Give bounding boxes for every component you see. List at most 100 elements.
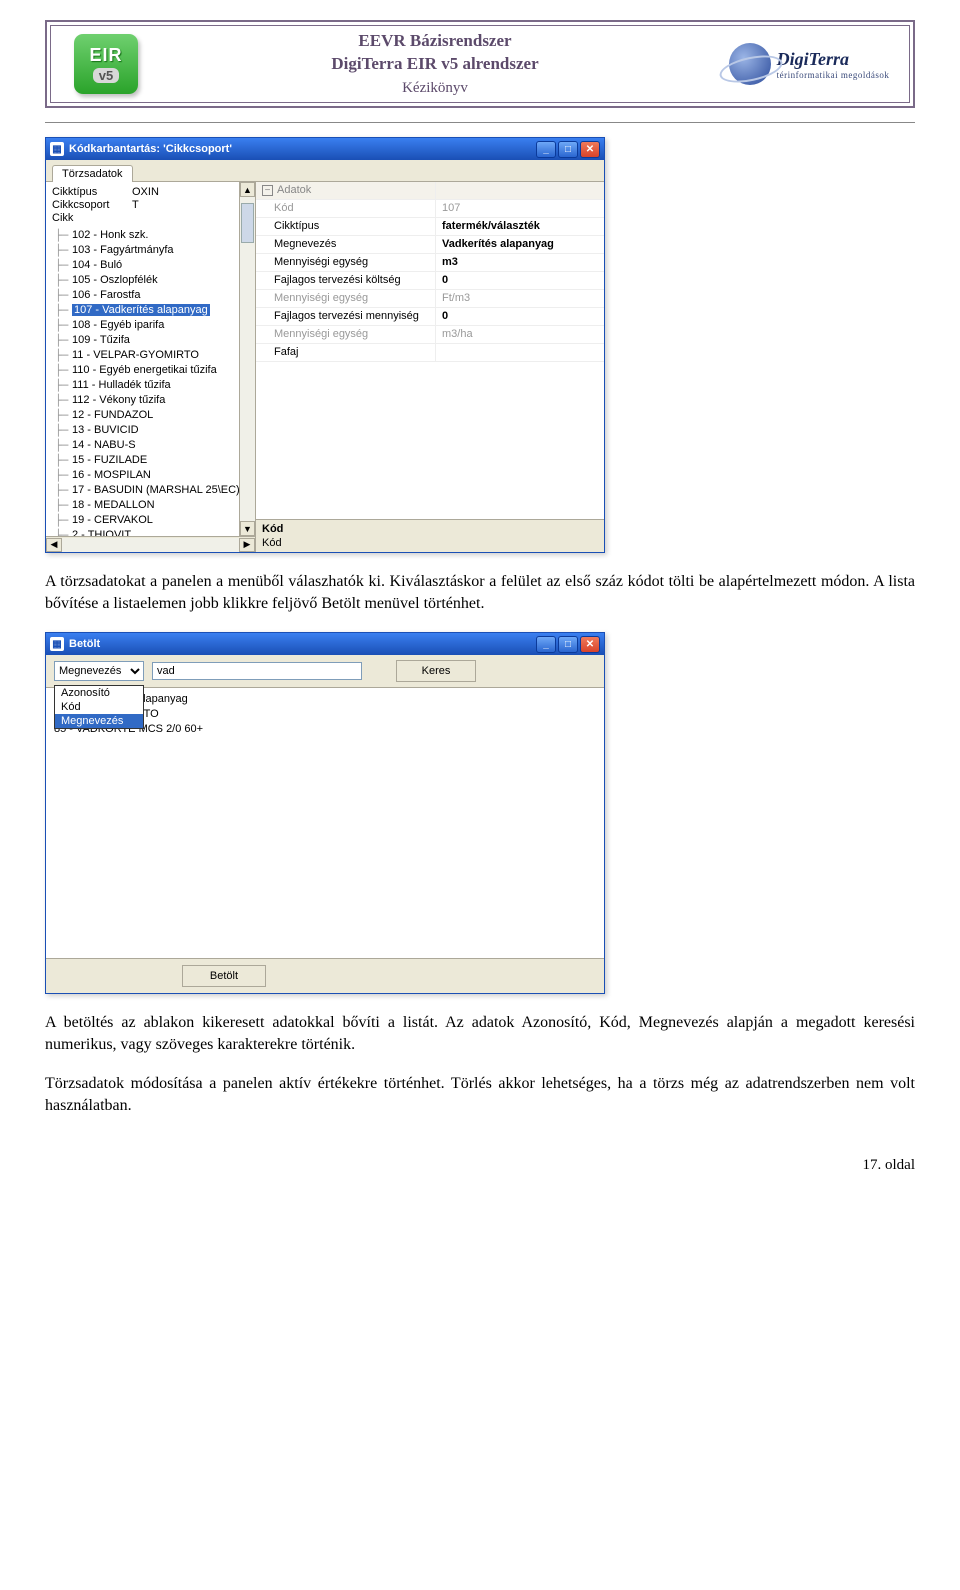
minimize-button[interactable]: _ — [536, 636, 556, 653]
window-kodkarbantartas: ▦ Kódkarbantartás: 'Cikkcsoport' _ □ ✕ T… — [45, 137, 605, 553]
tree-item[interactable]: 104 - Buló — [52, 258, 255, 273]
tree-item[interactable]: 13 - BUVICID — [52, 423, 255, 438]
prop-value[interactable]: m3/ha — [436, 326, 604, 343]
paragraph-2: A betöltés az ablakon kikeresett adatokk… — [45, 1012, 915, 1055]
header-title-2: DigiTerra EIR v5 alrendszer — [331, 53, 538, 76]
scroll-down-button[interactable]: ▼ — [240, 521, 255, 536]
scroll-up-button[interactable]: ▲ — [240, 182, 255, 197]
tree-list[interactable]: 102 - Honk szk.103 - Fagyártmányfa104 - … — [46, 228, 255, 536]
header-title-1: EEVR Bázisrendszer — [358, 30, 511, 53]
prop-label: Cikktípus — [256, 218, 436, 235]
search-field-select[interactable]: AzonosítóKódMegnevezés — [54, 661, 144, 681]
vertical-scrollbar[interactable]: ▲ ▼ — [239, 182, 255, 536]
tree-item[interactable]: 12 - FUNDAZOL — [52, 408, 255, 423]
header-manual: Kézikönyv — [402, 78, 468, 98]
tabstrip: Törzsadatok — [46, 160, 604, 182]
scroll-right-button[interactable]: ▶ — [239, 538, 255, 552]
search-select-popup[interactable]: AzonosítóKódMegnevezés — [54, 685, 144, 729]
prop-value[interactable] — [436, 344, 604, 361]
page-header: EIR v5 EEVR Bázisrendszer DigiTerra EIR … — [45, 20, 915, 108]
window-title: Kódkarbantartás: 'Cikkcsoport' — [69, 143, 232, 155]
tree-item[interactable]: 110 - Egyéb energetikai tűzifa — [52, 363, 255, 378]
tree-item[interactable]: 112 - Vékony tűzifa — [52, 393, 255, 408]
maximize-button[interactable]: □ — [558, 141, 578, 158]
tree-item[interactable]: 17 - BASUDIN (MARSHAL 25\EC) — [52, 483, 255, 498]
tree-item[interactable]: 107 - Vadkerítés alapanyag — [52, 303, 255, 318]
search-input[interactable] — [152, 662, 362, 680]
tree-item[interactable]: 102 - Honk szk. — [52, 228, 255, 243]
page-number: 17. oldal — [45, 1157, 915, 1174]
tree-item[interactable]: 103 - Fagyártmányfa — [52, 243, 255, 258]
tree-item[interactable]: 105 - Oszlopfélék — [52, 273, 255, 288]
tree-pane: Cikktípus OXIN Cikkcsoport T Cikk 102 - Honk… — [46, 182, 256, 552]
search-button[interactable]: Keres — [396, 660, 476, 682]
prop-label: Mennyiségi egység — [256, 290, 436, 307]
filter-label: Cikk — [52, 212, 124, 224]
searchbar: AzonosítóKódMegnevezés Keres — [46, 655, 604, 688]
tab-torzsadatok[interactable]: Törzsadatok — [52, 165, 133, 182]
tree-item[interactable]: 11 - VELPAR-GYOMIRTO — [52, 348, 255, 363]
tree-item[interactable]: 109 - Tűzifa — [52, 333, 255, 348]
app-icon: ▦ — [50, 637, 64, 651]
window-title: Betölt — [69, 638, 100, 650]
tree-item[interactable]: 18 - MEDALLON — [52, 498, 255, 513]
tree-item[interactable]: 108 - Egyéb iparifa — [52, 318, 255, 333]
maximize-button[interactable]: □ — [558, 636, 578, 653]
prop-value[interactable]: 107 — [436, 200, 604, 217]
prop-value[interactable]: m3 — [436, 254, 604, 271]
footer-value: Kód — [262, 536, 598, 550]
eir-logo: EIR v5 — [51, 26, 161, 102]
scroll-left-button[interactable]: ◀ — [46, 538, 62, 552]
tree-item[interactable]: 111 - Hulladék tűzifa — [52, 378, 255, 393]
prop-label: Kód — [256, 200, 436, 217]
tree-item[interactable]: 2 - THIOVIT — [52, 528, 255, 536]
prop-value[interactable]: Vadkerítés alapanyag — [436, 236, 604, 253]
digiterra-sub: térinformatikai megoldások — [777, 70, 890, 80]
filter-value: T — [132, 199, 139, 211]
tree-item[interactable]: 106 - Farostfa — [52, 288, 255, 303]
digiterra-name: DigiTerra — [777, 49, 849, 69]
paragraph-3: Törzsadatok módosítása a panelen aktív é… — [45, 1073, 915, 1116]
prop-label: Megnevezés — [256, 236, 436, 253]
tree-item[interactable]: 15 - FUZILADE — [52, 453, 255, 468]
prop-label: Fajlagos tervezési költség — [256, 272, 436, 289]
prop-label: Mennyiségi egység — [256, 326, 436, 343]
load-button[interactable]: Betölt — [182, 965, 266, 987]
prop-value[interactable]: Ft/m3 — [436, 290, 604, 307]
select-option[interactable]: Kód — [55, 700, 143, 714]
tree-item[interactable]: 16 - MOSPILAN — [52, 468, 255, 483]
properties-footer: Kód Kód — [256, 519, 604, 552]
minimize-button[interactable]: _ — [536, 141, 556, 158]
paragraph-1: A törzsadatokat a panelen a menüből vála… — [45, 571, 915, 614]
eir-logo-version: v5 — [93, 68, 119, 83]
titlebar[interactable]: ▦ Betölt _ □ ✕ — [46, 633, 604, 655]
filter-label: Cikkcsoport — [52, 199, 124, 211]
properties-pane: −AdatokKód107Cikktípusfatermék/választék… — [256, 182, 604, 552]
horizontal-scrollbar[interactable]: ◀ ▶ — [46, 536, 255, 552]
app-icon: ▦ — [50, 142, 64, 156]
digiterra-logo: DigiTerra térinformatikai megoldások — [709, 26, 909, 102]
tree-item[interactable]: 19 - CERVAKOL — [52, 513, 255, 528]
prop-label: Fajlagos tervezési mennyiség — [256, 308, 436, 325]
filter-value: OXIN — [132, 186, 159, 198]
select-option[interactable]: Megnevezés — [55, 714, 143, 728]
props-header-label: Adatok — [277, 184, 311, 196]
bottom-bar: Betölt — [46, 958, 604, 993]
window-betolt: ▦ Betölt _ □ ✕ AzonosítóKódMegnevezés Ke… — [45, 632, 605, 994]
prop-label: Mennyiségi egység — [256, 254, 436, 271]
collapse-icon[interactable]: − — [262, 185, 273, 196]
prop-value[interactable]: 0 — [436, 272, 604, 289]
select-option[interactable]: Azonosító — [55, 686, 143, 700]
prop-value[interactable]: fatermék/választék — [436, 218, 604, 235]
footer-label: Kód — [262, 522, 598, 536]
close-button[interactable]: ✕ — [580, 141, 600, 158]
close-button[interactable]: ✕ — [580, 636, 600, 653]
prop-label: Fafaj — [256, 344, 436, 361]
scroll-thumb[interactable] — [241, 203, 254, 243]
tree-item[interactable]: 14 - NABU-S — [52, 438, 255, 453]
prop-value[interactable]: 0 — [436, 308, 604, 325]
globe-icon — [729, 43, 771, 85]
titlebar[interactable]: ▦ Kódkarbantartás: 'Cikkcsoport' _ □ ✕ — [46, 138, 604, 160]
filter-label: Cikktípus — [52, 186, 124, 198]
divider — [45, 122, 915, 123]
